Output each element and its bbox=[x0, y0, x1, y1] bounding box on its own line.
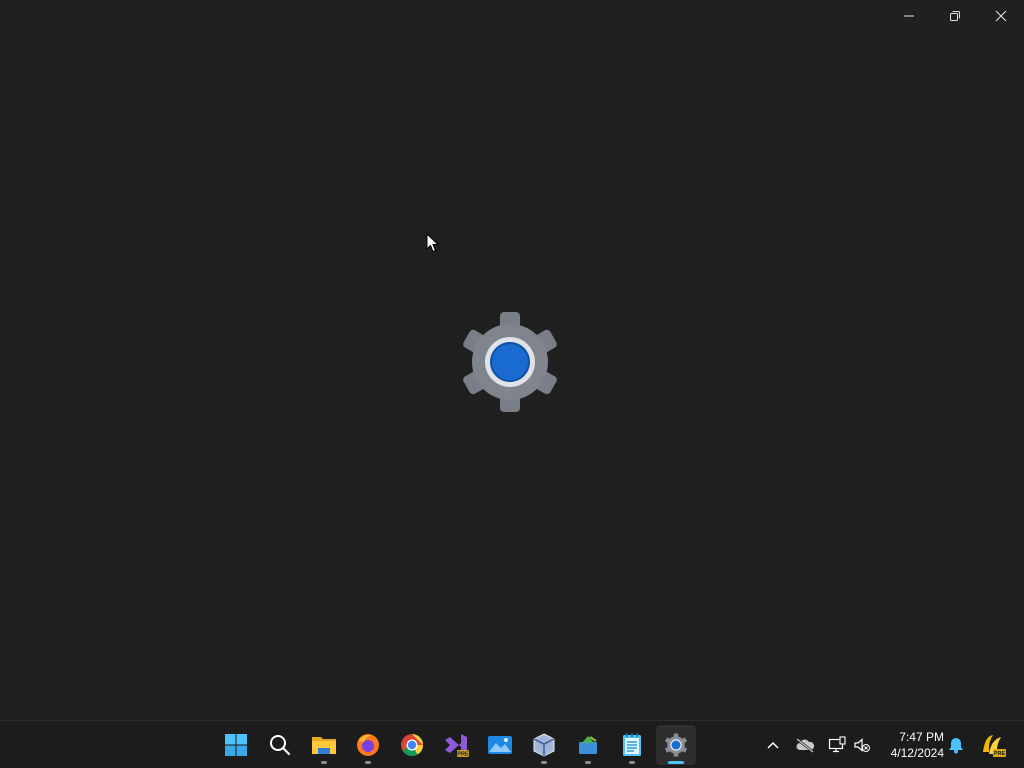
settings-window bbox=[0, 0, 1024, 720]
virtualbox-icon bbox=[533, 733, 555, 757]
clock-date: 4/12/2024 bbox=[890, 746, 944, 760]
chrome-icon bbox=[401, 734, 423, 756]
system-clock[interactable]: 7:47 PM 4/12/2024 bbox=[882, 729, 944, 761]
network-button[interactable] bbox=[825, 731, 849, 759]
close-button[interactable] bbox=[978, 0, 1024, 32]
search-icon bbox=[270, 735, 291, 756]
chrome-button[interactable] bbox=[392, 725, 432, 765]
firefox-button[interactable] bbox=[348, 725, 388, 765]
copilot-icon: PRE bbox=[983, 735, 1006, 757]
mouse-cursor bbox=[426, 233, 440, 253]
minimize-icon bbox=[904, 15, 914, 17]
restore-icon bbox=[950, 11, 960, 21]
visual-studio-preview-button[interactable]: PRE bbox=[436, 725, 476, 765]
clock-time: 7:47 PM bbox=[899, 730, 944, 744]
bell-icon bbox=[949, 738, 963, 754]
running-indicator bbox=[365, 761, 371, 764]
settings-icon bbox=[665, 733, 687, 757]
volume-muted-icon bbox=[854, 738, 870, 752]
running-indicator bbox=[321, 761, 327, 764]
running-indicator bbox=[541, 761, 547, 764]
app-button[interactable] bbox=[568, 725, 608, 765]
file-explorer-button[interactable] bbox=[304, 725, 344, 765]
minimize-button[interactable] bbox=[886, 0, 932, 32]
copilot-button[interactable]: PRE bbox=[978, 731, 1008, 759]
notifications-button[interactable] bbox=[944, 731, 968, 759]
firefox-icon bbox=[357, 734, 379, 756]
close-icon bbox=[995, 10, 1007, 22]
running-indicator bbox=[629, 761, 635, 764]
virtualbox-button[interactable] bbox=[524, 725, 564, 765]
volume-button[interactable] bbox=[850, 731, 874, 759]
settings-gear-icon bbox=[463, 312, 557, 412]
settings-button[interactable] bbox=[656, 725, 696, 765]
app-icon bbox=[579, 736, 597, 754]
start-button[interactable] bbox=[216, 725, 256, 765]
network-icon bbox=[828, 736, 846, 753]
notepad-button[interactable] bbox=[612, 725, 652, 765]
folder-icon bbox=[312, 737, 336, 754]
onedrive-offline-icon bbox=[796, 738, 815, 753]
active-indicator bbox=[668, 761, 684, 764]
copilot-badge: PRE bbox=[994, 751, 1006, 757]
windows-logo-icon bbox=[225, 734, 247, 756]
chevron-up-icon bbox=[767, 741, 779, 749]
notepad-icon bbox=[623, 733, 641, 756]
photos-button[interactable] bbox=[480, 725, 520, 765]
restore-button[interactable] bbox=[932, 0, 978, 32]
show-hidden-icons-button[interactable] bbox=[761, 731, 785, 759]
svg-text:PRE: PRE bbox=[457, 752, 469, 758]
visual-studio-icon: PRE bbox=[445, 734, 469, 758]
taskbar: PRE 7:47 PM 4/12/2024 PRE bbox=[0, 720, 1024, 768]
running-indicator bbox=[585, 761, 591, 764]
photos-icon bbox=[488, 736, 512, 754]
onedrive-button[interactable] bbox=[793, 731, 817, 759]
search-button[interactable] bbox=[260, 725, 300, 765]
